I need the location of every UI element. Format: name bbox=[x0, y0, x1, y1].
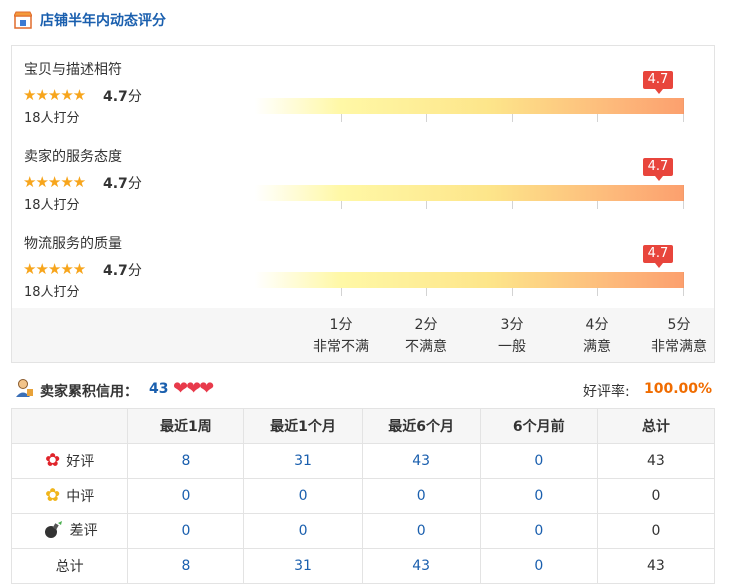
star-rating-icon: ★★★★★ bbox=[23, 86, 86, 104]
table-cell-link[interactable]: 8 bbox=[127, 548, 245, 584]
table-cell-link[interactable]: 0 bbox=[361, 478, 481, 514]
table-cell: 43 bbox=[596, 548, 716, 584]
scale-desc: 一般 bbox=[498, 339, 526, 355]
table-cell-link[interactable]: 0 bbox=[243, 513, 363, 549]
seller-avatar-icon bbox=[16, 379, 33, 397]
rating-score: 4.7分 bbox=[103, 173, 142, 193]
credit-hearts-icon: ❤❤❤ bbox=[173, 378, 214, 399]
rating-count: 18人打分 bbox=[24, 111, 80, 126]
credit-table: 最近1周 最近1个月 最近6个月 6个月前 总计 ✿ 好评 8 31 43 0 … bbox=[10, 408, 716, 584]
table-cell: 43 bbox=[596, 443, 716, 479]
scale-score: 5分 bbox=[667, 317, 691, 333]
scale-label-5: 5分 非常满意 bbox=[641, 314, 717, 358]
table-cell-link[interactable]: 31 bbox=[243, 443, 363, 479]
scale-label-2: 2分 不满意 bbox=[396, 314, 456, 358]
table-header: 最近6个月 bbox=[361, 408, 481, 444]
bar-ticks bbox=[255, 201, 685, 209]
row-label: 好评 bbox=[66, 454, 95, 470]
table-cell-link[interactable]: 8 bbox=[127, 443, 245, 479]
table-header bbox=[10, 408, 129, 444]
table-cell-link[interactable]: 0 bbox=[479, 513, 598, 549]
store-icon bbox=[14, 11, 32, 29]
bomb-icon bbox=[44, 520, 62, 538]
score-badge: 4.7 bbox=[643, 158, 673, 181]
row-label: 中评 bbox=[66, 489, 95, 505]
row-label: 总计 bbox=[10, 548, 129, 584]
positive-rate-value: 100.00% bbox=[644, 381, 713, 397]
score-value: 4.7 bbox=[103, 89, 128, 105]
scale-score: 4分 bbox=[585, 317, 609, 333]
table-cell-link[interactable]: 0 bbox=[361, 513, 481, 549]
star-rating-icon: ★★★★★ bbox=[23, 173, 86, 191]
score-badge: 4.7 bbox=[643, 245, 673, 268]
score-unit: 分 bbox=[127, 89, 142, 105]
rating-title: 物流服务的质量 bbox=[24, 236, 122, 252]
table-header: 6个月前 bbox=[479, 408, 598, 444]
scale-label-3: 3分 一般 bbox=[482, 314, 542, 358]
scale-label-4: 4分 满意 bbox=[567, 314, 627, 358]
table-cell-link[interactable]: 0 bbox=[127, 478, 245, 514]
table-cell-link[interactable]: 43 bbox=[361, 443, 481, 479]
rating-count: 18人打分 bbox=[24, 285, 80, 300]
table-cell: 0 bbox=[596, 478, 716, 514]
row-label-cell: 差评 bbox=[10, 513, 129, 549]
scale-desc: 非常不满 bbox=[313, 339, 369, 355]
rating-count: 18人打分 bbox=[24, 198, 80, 213]
table-header-row: 最近1周 最近1个月 最近6个月 6个月前 总计 bbox=[10, 408, 716, 444]
yellow-flower-icon: ✿ bbox=[45, 485, 61, 506]
row-label: 差评 bbox=[69, 522, 98, 539]
rating-bar bbox=[255, 272, 684, 288]
rating-score: 4.7分 bbox=[103, 86, 142, 106]
rating-bar bbox=[255, 185, 684, 201]
rating-score: 4.7分 bbox=[103, 260, 142, 280]
table-header: 最近1个月 bbox=[243, 408, 363, 444]
dynamic-rating-panel: 宝贝与描述相符 ★★★★★ 4.7分 18人打分 4.7 卖家的服务态度 ★★★… bbox=[11, 45, 715, 363]
bar-ticks bbox=[255, 288, 685, 296]
table-header: 总计 bbox=[596, 408, 716, 444]
star-rating-icon: ★★★★★ bbox=[23, 260, 86, 278]
table-header: 最近1周 bbox=[127, 408, 245, 444]
scale-score: 1分 bbox=[329, 317, 353, 333]
rating-title: 卖家的服务态度 bbox=[24, 149, 122, 165]
score-unit: 分 bbox=[127, 263, 142, 279]
table-row: ✿ 好评 8 31 43 0 43 bbox=[10, 443, 716, 479]
table-cell-link[interactable]: 43 bbox=[361, 548, 481, 584]
bar-ticks bbox=[255, 114, 685, 122]
page-title: 店铺半年内动态评分 bbox=[40, 13, 166, 29]
rating-title: 宝贝与描述相符 bbox=[24, 62, 122, 78]
rating-bar bbox=[255, 98, 684, 114]
scale-label-1: 1分 非常不满 bbox=[311, 314, 371, 358]
table-cell-link[interactable]: 0 bbox=[243, 478, 363, 514]
scale-score: 3分 bbox=[500, 317, 524, 333]
scale-desc: 非常满意 bbox=[651, 339, 707, 355]
row-label-cell: ✿ 好评 bbox=[10, 443, 129, 479]
table-cell-link[interactable]: 31 bbox=[243, 548, 363, 584]
positive-rate-label: 好评率: bbox=[583, 384, 630, 400]
score-value: 4.7 bbox=[103, 176, 128, 192]
table-row: ✿ 中评 0 0 0 0 0 bbox=[10, 478, 716, 514]
table-row: 差评 0 0 0 0 0 bbox=[10, 513, 716, 549]
red-flower-icon: ✿ bbox=[45, 450, 61, 471]
seller-credit-value: 43 bbox=[149, 381, 169, 397]
table-cell-link[interactable]: 0 bbox=[127, 513, 245, 549]
row-label-cell: ✿ 中评 bbox=[10, 478, 129, 514]
scale-score: 2分 bbox=[414, 317, 438, 333]
scale-desc: 不满意 bbox=[405, 339, 447, 355]
table-cell-link[interactable]: 0 bbox=[479, 548, 598, 584]
score-value: 4.7 bbox=[103, 263, 128, 279]
score-badge: 4.7 bbox=[643, 71, 673, 94]
scale-desc: 满意 bbox=[583, 339, 611, 355]
table-cell-link[interactable]: 0 bbox=[479, 443, 598, 479]
table-cell: 0 bbox=[596, 513, 716, 549]
score-unit: 分 bbox=[127, 176, 142, 192]
table-row-total: 总计 8 31 43 0 43 bbox=[10, 548, 716, 584]
table-cell-link[interactable]: 0 bbox=[479, 478, 598, 514]
seller-credit-label: 卖家累积信用： bbox=[40, 384, 138, 400]
